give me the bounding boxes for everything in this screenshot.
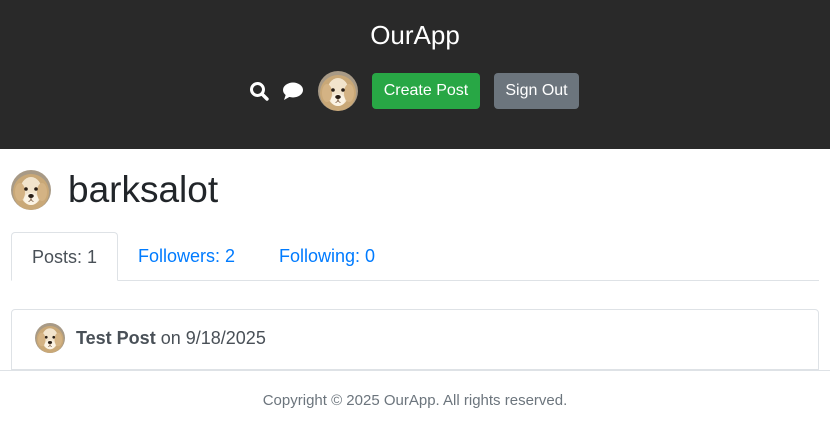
footer-divider <box>0 370 830 371</box>
profile-username: barksalot <box>68 169 219 210</box>
post-author-avatar <box>35 323 65 353</box>
tab-posts[interactable]: Posts: 1 <box>11 232 118 281</box>
footer-copyright: Copyright © 2025 OurApp. All rights rese… <box>262 392 568 409</box>
tab-followers[interactable]: Followers: 2 <box>138 232 235 281</box>
app-brand[interactable]: OurApp <box>0 18 830 52</box>
chat-bubble-icon[interactable] <box>282 81 304 101</box>
profile-avatar <box>11 170 51 210</box>
header-nav: Create Post Sign Out <box>0 70 830 112</box>
post-title: Test Post <box>76 328 156 348</box>
tabs-divider <box>11 280 819 281</box>
user-avatar[interactable] <box>318 71 358 111</box>
post-connector: on <box>160 328 181 348</box>
create-post-button[interactable]: Create Post <box>372 73 480 109</box>
post-date: 9/18/2025 <box>185 328 266 348</box>
post-list-item[interactable]: Test Post on 9/18/2025 <box>11 309 819 370</box>
post-summary: Test Post on 9/18/2025 <box>76 326 266 350</box>
search-icon[interactable] <box>249 81 271 101</box>
tab-following[interactable]: Following: 0 <box>279 232 375 281</box>
app-header: OurApp Create Post Sign Out <box>0 0 830 149</box>
sign-out-button[interactable]: Sign Out <box>494 73 579 109</box>
